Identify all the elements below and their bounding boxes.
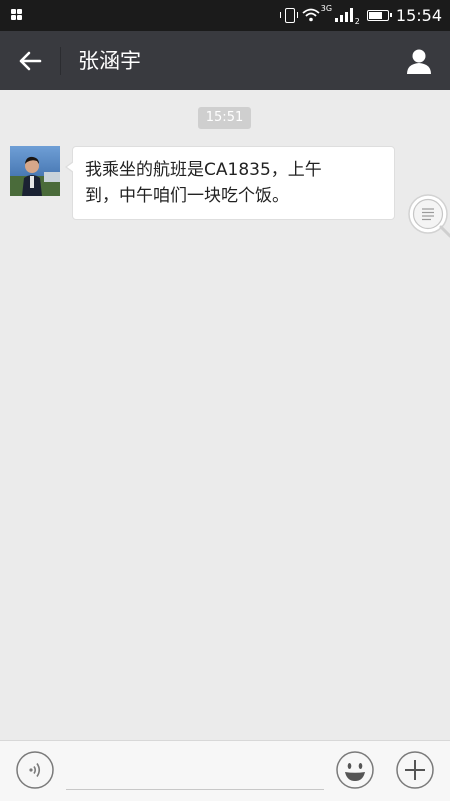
apps-icon (11, 9, 23, 21)
magnifier-text-icon[interactable] (406, 192, 450, 238)
person-icon[interactable] (405, 47, 433, 75)
voice-icon[interactable] (16, 751, 54, 789)
back-arrow-icon[interactable] (16, 47, 44, 75)
avatar[interactable] (10, 146, 60, 196)
message-timestamp: 15:51 (198, 107, 251, 129)
message-input[interactable] (66, 781, 324, 790)
message-bubble[interactable]: 我乘坐的航班是CA1835，上午 到，中午咱们一块吃个饭。 (65, 146, 395, 220)
battery-level (368, 11, 382, 19)
header-divider (60, 47, 61, 75)
vibrate-icon (279, 7, 298, 23)
signal-icon: 3G 2 (321, 4, 360, 26)
plus-icon[interactable] (396, 751, 434, 789)
status-bar: 3G 2 15:54 (0, 0, 450, 31)
status-indicators: 3G 2 15:54 (279, 4, 442, 26)
chat-header: 张涵宇 (0, 31, 450, 90)
network-type: 3G (320, 4, 333, 13)
status-time: 15:54 (395, 5, 442, 25)
sim-number: 2 (354, 17, 360, 26)
input-bar (0, 740, 450, 801)
wifi-icon (302, 8, 320, 22)
chat-title: 张涵宇 (78, 49, 141, 73)
message-line-1: 我乘坐的航班是CA1835，上午 (85, 160, 322, 180)
emoji-icon[interactable] (336, 751, 374, 789)
message-line-2: 到，中午咱们一块吃个饭。 (85, 186, 289, 206)
avatar-photo (10, 146, 60, 196)
battery-icon (366, 9, 392, 21)
